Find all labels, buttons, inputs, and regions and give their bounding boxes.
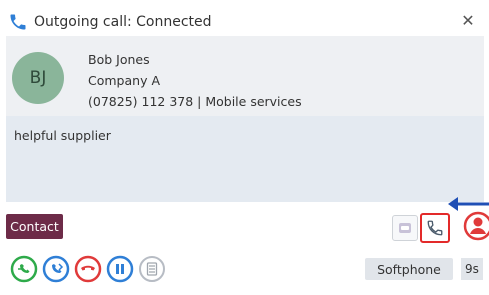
notes-box[interactable]: helpful supplier bbox=[6, 116, 484, 202]
voicemail-button[interactable] bbox=[392, 215, 418, 241]
contact-phone: (07825) 112 378 | Mobile services bbox=[88, 94, 302, 109]
contact-details: Bob Jones Company A (07825) 112 378 | Mo… bbox=[88, 49, 302, 112]
title-bar: Outgoing call: Connected ✕ bbox=[6, 8, 484, 36]
handset-button[interactable] bbox=[420, 213, 450, 243]
contact-tag[interactable]: Contact bbox=[6, 214, 63, 239]
keypad-icon[interactable] bbox=[138, 255, 166, 283]
window-title: Outgoing call: Connected bbox=[34, 14, 212, 30]
call-timer: 9s bbox=[461, 258, 483, 280]
phone-handset-icon bbox=[427, 220, 443, 236]
contact-name: Bob Jones bbox=[88, 52, 150, 67]
phone-icon bbox=[10, 14, 26, 30]
notes-text: helpful supplier bbox=[14, 128, 111, 143]
contact-company: Company A bbox=[88, 73, 160, 88]
device-badge[interactable]: Softphone bbox=[365, 258, 453, 280]
call-controls: Softphone 9s bbox=[6, 252, 484, 286]
pause-icon[interactable] bbox=[106, 255, 134, 283]
close-icon[interactable]: ✕ bbox=[458, 11, 478, 31]
voicemail-icon bbox=[399, 223, 411, 233]
user-alert-icon bbox=[463, 211, 489, 241]
avatar: BJ bbox=[12, 52, 64, 104]
transfer-in-icon[interactable] bbox=[10, 255, 38, 283]
contact-card: BJ Bob Jones Company A (07825) 112 378 |… bbox=[6, 36, 484, 116]
user-alert-button[interactable] bbox=[463, 211, 489, 241]
transfer-out-icon[interactable] bbox=[42, 255, 70, 283]
hang-up-icon[interactable] bbox=[74, 255, 102, 283]
call-window: Outgoing call: Connected ✕ BJ Bob Jones … bbox=[0, 0, 489, 295]
